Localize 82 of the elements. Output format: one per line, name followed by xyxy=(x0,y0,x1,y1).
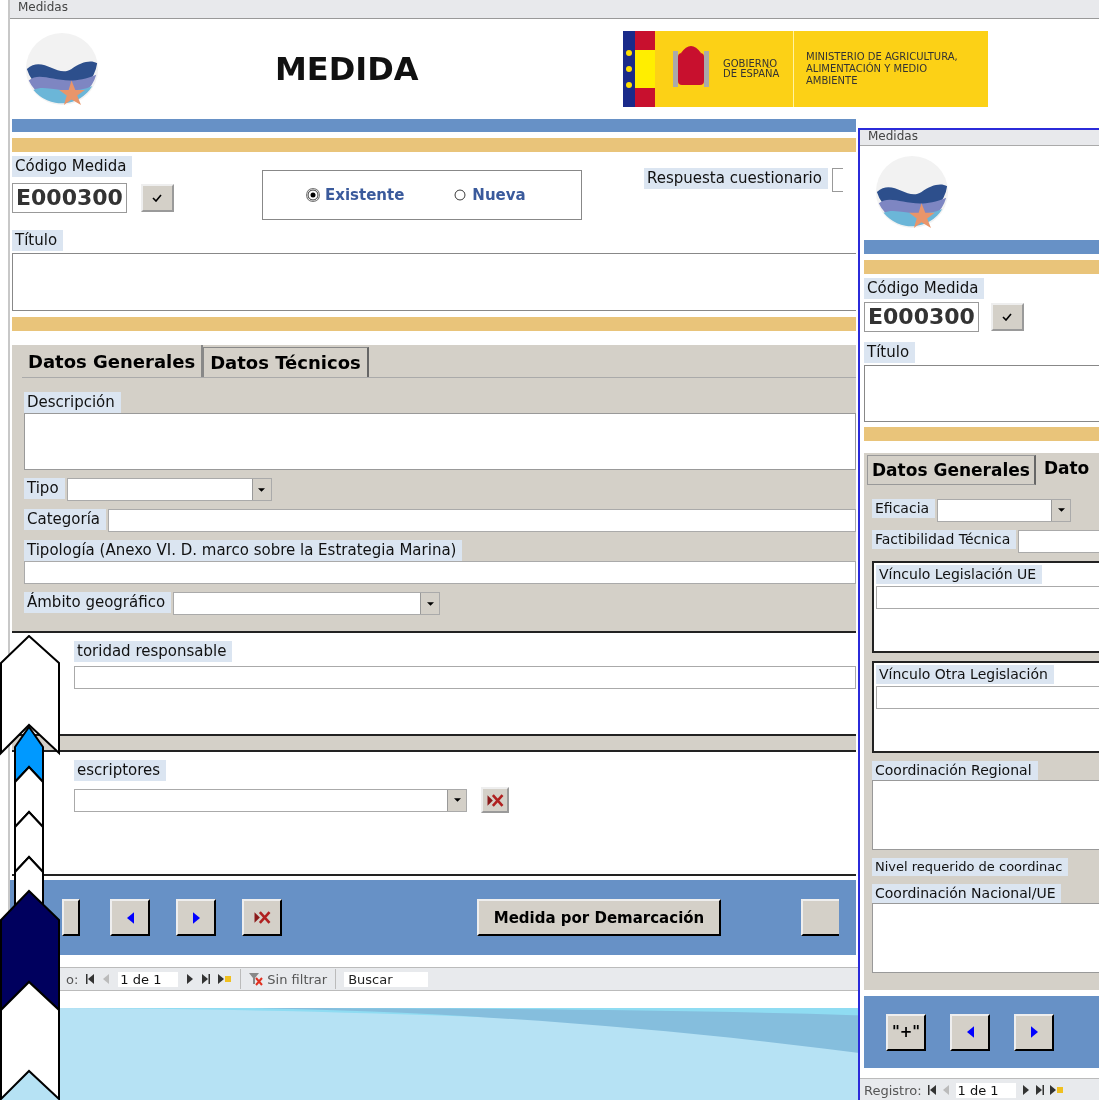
record-label: o: xyxy=(66,971,79,987)
field-label: Ámbito geográfico xyxy=(24,592,172,613)
previous-button[interactable] xyxy=(110,899,150,936)
delete-button[interactable] xyxy=(242,899,282,936)
field-label: Factibilidad Técnica xyxy=(872,529,1017,549)
title-field[interactable] xyxy=(864,364,1099,422)
dropdown-arrow-icon xyxy=(258,487,266,492)
title-field[interactable] xyxy=(12,253,856,311)
new-record-icon[interactable] xyxy=(218,974,233,984)
checkmark-icon xyxy=(152,194,163,202)
form-button[interactable] xyxy=(62,899,80,936)
tab[interactable]: Datos Técnicos xyxy=(203,347,369,377)
search-field[interactable]: Buscar xyxy=(344,971,429,987)
field-label: Respuesta cuestionario xyxy=(644,168,828,189)
record-label: Registro: xyxy=(864,1082,922,1098)
dropdown-arrow-icon xyxy=(453,798,461,802)
text-field[interactable] xyxy=(108,509,856,532)
radio-option[interactable]: Existente xyxy=(307,186,405,204)
field-label: toridad responsable xyxy=(74,641,233,662)
text-field[interactable] xyxy=(24,413,856,470)
field-label: Tipología (Anexo VI. D. marco sobre la Estrategia Marina) xyxy=(24,540,463,561)
filter-button[interactable]: Sin filtrar xyxy=(249,971,328,987)
text-field[interactable] xyxy=(74,666,856,689)
checkmark-icon xyxy=(1002,312,1013,321)
demarcation-button[interactable]: Medida por Demarcación xyxy=(477,899,721,936)
field-label: Coordinación Nacional/UE xyxy=(872,883,1062,903)
field-label: Eficacia xyxy=(872,498,936,518)
field-label: Código Medida xyxy=(12,156,133,177)
confirm-button[interactable] xyxy=(140,184,174,212)
record-position-field[interactable]: 1 de 1 xyxy=(118,971,179,987)
field-label: Vínculo Otra Legislación xyxy=(876,664,1054,684)
radio-option[interactable]: Nueva xyxy=(454,186,526,204)
next-button[interactable] xyxy=(1014,1013,1054,1051)
field-label: Categoría xyxy=(24,509,106,530)
text-field[interactable] xyxy=(876,685,1099,709)
last-record-icon[interactable] xyxy=(1035,1085,1044,1095)
first-record-icon[interactable] xyxy=(86,974,95,984)
next-record-icon[interactable] xyxy=(1021,1085,1030,1095)
field-label: Tipo xyxy=(24,478,65,499)
new-record-icon[interactable] xyxy=(1049,1085,1064,1095)
next-record-icon[interactable] xyxy=(186,974,195,984)
field-label: Nivel requerido de coordinac xyxy=(872,857,1069,876)
text-field[interactable] xyxy=(872,902,1099,973)
last-record-icon[interactable] xyxy=(202,974,211,984)
left-triangle-icon xyxy=(126,911,134,924)
field-label: Coordinación Regional xyxy=(872,760,1038,780)
text-field[interactable] xyxy=(24,561,856,584)
field-label: Vínculo Legislación UE xyxy=(876,564,1043,584)
form-button[interactable] xyxy=(801,899,839,936)
right-triangle-icon xyxy=(1030,1026,1038,1039)
checkbox-field[interactable] xyxy=(831,168,843,192)
add-button[interactable]: "+" xyxy=(886,1013,926,1051)
field-label: Título xyxy=(12,230,64,251)
next-button[interactable] xyxy=(176,899,216,936)
text-field[interactable] xyxy=(876,585,1099,609)
filter-off-icon xyxy=(249,972,264,986)
government-name: GOBIERNO DE ESPAÑA xyxy=(723,31,794,107)
text-field[interactable] xyxy=(1018,529,1099,553)
field-label: Título xyxy=(864,341,916,363)
record-position-field[interactable]: 1 de 1 xyxy=(955,1082,1016,1098)
window-title: Medidas xyxy=(860,130,1099,146)
sea-starfish-logo-icon xyxy=(874,154,950,230)
ministry-name: MINISTERIO DE AGRICULTURA, ALIMENTACIÓN Y MEDIO AMBIENTE xyxy=(805,51,959,87)
sea-starfish-logo-icon xyxy=(24,31,100,107)
delete-button[interactable] xyxy=(481,787,509,813)
window-title: Medidas xyxy=(10,0,1099,19)
first-record-icon[interactable] xyxy=(927,1085,936,1095)
code-field[interactable]: E000300 xyxy=(864,301,979,332)
right-triangle-icon xyxy=(192,911,200,924)
left-triangle-icon xyxy=(966,1026,974,1039)
field-label: Descripción xyxy=(24,392,121,413)
dropdown-arrow-icon xyxy=(1057,508,1065,513)
confirm-button[interactable] xyxy=(990,302,1024,331)
code-field[interactable]: E000300 xyxy=(12,183,127,213)
dropdown-arrow-icon xyxy=(426,601,434,606)
previous-button[interactable] xyxy=(950,1013,990,1051)
field-label: escriptores xyxy=(74,760,167,781)
delete-record-icon xyxy=(253,910,271,925)
field-label: Código Medida xyxy=(864,277,985,299)
text-field[interactable] xyxy=(872,779,1099,850)
delete-record-icon xyxy=(486,792,504,808)
tab[interactable]: Datos Generales xyxy=(867,454,1036,485)
